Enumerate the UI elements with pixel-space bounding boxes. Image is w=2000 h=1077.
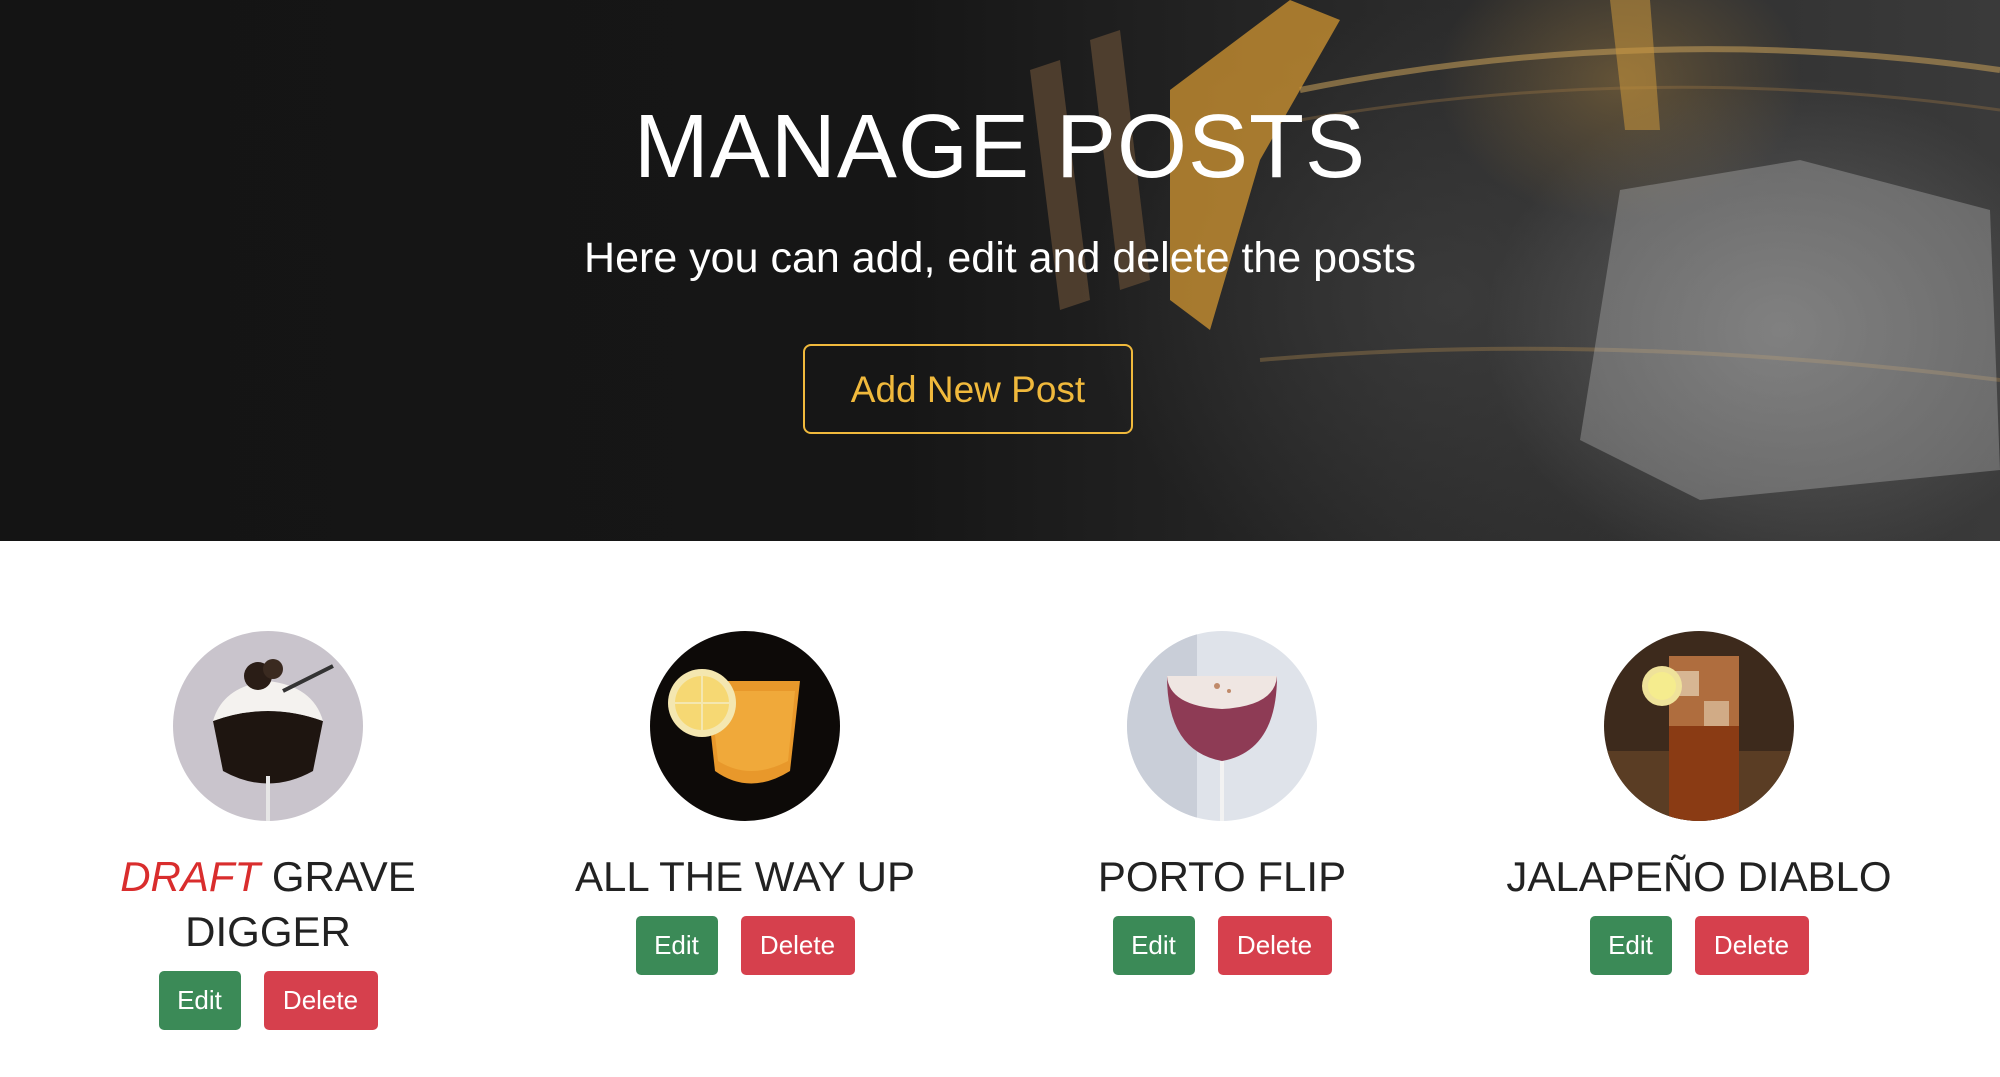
edit-button[interactable]: Edit xyxy=(158,971,241,1030)
post-title: PORTO FLIP xyxy=(1097,853,1347,900)
draft-label: DRAFT xyxy=(120,853,261,900)
page-title: MANAGE POSTS xyxy=(633,97,1367,197)
post-thumbnail xyxy=(650,631,840,821)
page-subtitle: Here you can add, edit and delete the po… xyxy=(584,234,1416,282)
post-actions: Edit Delete xyxy=(525,916,965,975)
post-actions: Edit Delete xyxy=(1002,916,1442,975)
delete-button[interactable]: Delete xyxy=(740,916,855,975)
post-card: DRAFT GRAVE DIGGER Edit Delete xyxy=(48,631,488,1030)
post-title: ALL THE WAY UP xyxy=(575,853,915,900)
post-actions: Edit Delete xyxy=(1479,916,1919,975)
post-actions: Edit Delete xyxy=(48,971,488,1030)
delete-button[interactable]: Delete xyxy=(263,971,378,1030)
delete-button[interactable]: Delete xyxy=(1217,916,1332,975)
hero-banner: MANAGE POSTS Here you can add, edit and … xyxy=(0,0,2000,541)
post-thumbnail xyxy=(1127,631,1317,821)
post-thumbnail xyxy=(1604,631,1794,821)
edit-button[interactable]: Edit xyxy=(1112,916,1195,975)
edit-button[interactable]: Edit xyxy=(635,916,718,975)
add-new-post-button[interactable]: Add New Post xyxy=(803,344,1133,434)
post-title: DRAFT GRAVE DIGGER xyxy=(48,849,488,959)
post-card: PORTO FLIP Edit Delete xyxy=(1002,631,1442,975)
delete-button[interactable]: Delete xyxy=(1694,916,1809,975)
post-thumbnail xyxy=(173,631,363,821)
post-card: JALAPEÑO DIABLO Edit Delete xyxy=(1479,631,1919,975)
posts-grid: DRAFT GRAVE DIGGER Edit Delete ALL THE W… xyxy=(0,541,2000,1077)
post-card: ALL THE WAY UP Edit Delete xyxy=(525,631,965,975)
edit-button[interactable]: Edit xyxy=(1589,916,1672,975)
post-title: JALAPEÑO DIABLO xyxy=(1506,853,1892,900)
